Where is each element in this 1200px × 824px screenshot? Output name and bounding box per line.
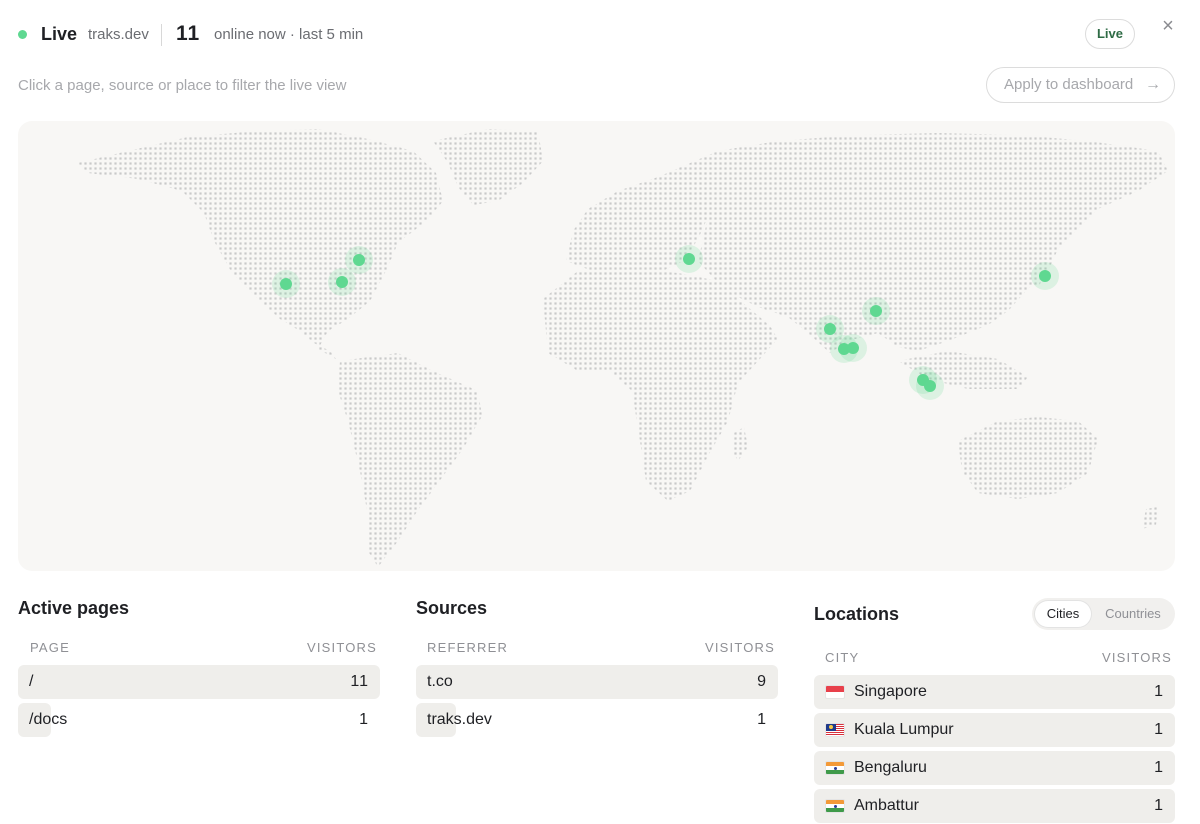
live-label: Live — [41, 24, 78, 44]
referrer-column-header: REFERRER — [427, 640, 509, 655]
india-flag-icon — [825, 799, 845, 813]
city-visitor-count: 1 — [1154, 759, 1164, 776]
source-visitor-count: 1 — [757, 711, 767, 728]
page-column-header: PAGE — [30, 640, 70, 655]
location-view-toggle: Cities Countries — [1032, 598, 1175, 630]
singapore-flag-icon — [825, 685, 845, 699]
location-row[interactable]: Singapore 1 — [814, 675, 1175, 709]
visitor-marker[interactable] — [839, 334, 867, 362]
page-path: / — [29, 673, 34, 690]
land-dots — [78, 129, 1168, 567]
visitor-marker[interactable] — [1031, 262, 1059, 290]
visitors-column-header: VISITORS — [1101, 650, 1172, 665]
online-count: 11 — [176, 22, 201, 45]
visitor-marker[interactable] — [916, 372, 944, 400]
city-name: Bengaluru — [854, 759, 927, 776]
india-flag-icon — [825, 761, 845, 775]
active-page-row[interactable]: /docs 1 — [18, 703, 380, 737]
sources-panel: Sources REFERRER VISITORS t.co 9 traks.d… — [416, 598, 778, 738]
online-caption: online now · last 5 min — [214, 26, 364, 43]
visitor-marker[interactable] — [272, 270, 300, 298]
city-name: Ambattur — [854, 797, 919, 814]
city-visitor-count: 1 — [1154, 721, 1164, 738]
location-row[interactable]: Ambattur 1 — [814, 789, 1175, 823]
location-row[interactable]: Kuala Lumpur 1 — [814, 713, 1175, 747]
city-visitor-count: 1 — [1154, 797, 1164, 814]
page-visitor-count: 11 — [350, 673, 369, 690]
visitor-share-bar — [416, 665, 778, 699]
page-visitor-count: 1 — [359, 711, 369, 728]
live-header: Live traks.dev 11 online now · last 5 mi… — [0, 0, 1200, 70]
source-row[interactable]: t.co 9 — [416, 665, 778, 699]
tab-cities[interactable]: Cities — [1035, 601, 1091, 627]
visitors-column-header: VISITORS — [704, 640, 775, 655]
visitor-marker[interactable] — [675, 245, 703, 273]
close-icon[interactable]: × — [1158, 16, 1178, 36]
arrow-right-icon: → — [1145, 76, 1161, 93]
visitor-marker[interactable] — [345, 246, 373, 274]
tab-countries[interactable]: Countries — [1094, 601, 1172, 627]
visitor-share-bar — [18, 665, 380, 699]
visitor-marker[interactable] — [328, 268, 356, 296]
city-name: Singapore — [854, 683, 927, 700]
visitor-marker[interactable] — [862, 297, 890, 325]
location-row[interactable]: Bengaluru 1 — [814, 751, 1175, 785]
city-visitor-count: 1 — [1154, 683, 1164, 700]
header-divider — [161, 24, 162, 46]
city-name: Kuala Lumpur — [854, 721, 954, 738]
filter-hint: Click a page, source or place to filter … — [18, 77, 347, 94]
apply-button-label: Apply to dashboard — [1004, 76, 1134, 93]
source-row[interactable]: traks.dev 1 — [416, 703, 778, 737]
site-name: traks.dev — [88, 26, 149, 43]
sources-title: Sources — [416, 598, 488, 618]
world-map[interactable] — [18, 121, 1175, 571]
page-path: /docs — [29, 711, 68, 728]
locations-title: Locations — [814, 604, 900, 624]
active-pages-title: Active pages — [18, 598, 130, 618]
world-map-svg — [78, 129, 1168, 567]
source-visitor-count: 9 — [757, 673, 767, 690]
live-status-dot — [18, 30, 27, 39]
city-column-header: CITY — [825, 650, 860, 665]
malaysia-flag-icon — [825, 723, 845, 737]
referrer-name: traks.dev — [427, 711, 492, 728]
referrer-name: t.co — [427, 673, 453, 690]
active-page-row[interactable]: / 11 — [18, 665, 380, 699]
active-pages-panel: Active pages PAGE VISITORS / 11 /docs 1 — [18, 598, 380, 738]
visitors-column-header: VISITORS — [306, 640, 377, 655]
apply-to-dashboard-button[interactable]: Apply to dashboard → — [986, 67, 1175, 103]
locations-panel: Locations CITY VISITORS Singapore 1 Kual… — [814, 598, 1175, 824]
live-toggle-button[interactable]: Live — [1085, 19, 1135, 49]
